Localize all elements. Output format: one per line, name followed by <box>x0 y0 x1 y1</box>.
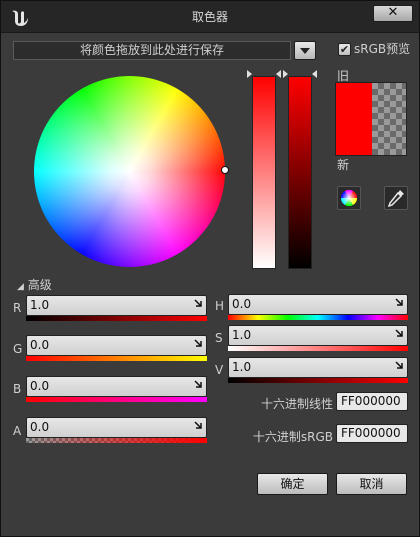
hex-srgb-label: 十六进制sRGB <box>252 430 333 444</box>
color-preview-swatch <box>335 82 407 156</box>
a-label: A <box>13 424 22 438</box>
value-slider[interactable] <box>288 76 312 269</box>
eyedropper-icon <box>387 190 404 208</box>
saturation-slider-marker-right-icon <box>276 70 281 78</box>
v-value: 1.0 <box>232 360 252 374</box>
window-title: 取色器 <box>191 10 228 24</box>
r-gradient-bar <box>26 316 207 321</box>
b-field[interactable]: 0.0 <box>26 376 207 397</box>
color-wheel-handle[interactable] <box>221 166 229 174</box>
drag-arrow-icon <box>194 380 202 388</box>
drag-arrow-icon <box>395 361 403 369</box>
r-label: R <box>13 301 22 315</box>
color-wheel-mode-button[interactable] <box>337 186 361 210</box>
s-value: 1.0 <box>232 328 252 342</box>
srgb-preview-label: sRGB预览 <box>354 42 411 56</box>
a-field[interactable]: 0.0 <box>26 417 207 438</box>
h-field[interactable]: 0.0 <box>228 294 408 315</box>
alpha-checker-swatch <box>372 83 406 155</box>
srgb-preview-checkbox[interactable]: ✔ <box>338 43 351 56</box>
eyedropper-button[interactable] <box>384 186 408 210</box>
h-label: H <box>215 299 225 313</box>
value-slider-marker-right-icon <box>312 70 317 78</box>
drag-arrow-icon <box>194 421 202 429</box>
title-bar[interactable]: 取色器 ✕ <box>1 1 419 33</box>
drag-arrow-icon <box>194 299 202 307</box>
s-label: S <box>215 331 223 345</box>
a-gradient-bar <box>26 438 207 443</box>
s-field[interactable]: 1.0 <box>228 325 408 346</box>
g-value: 0.0 <box>30 338 50 352</box>
r-field[interactable]: 1.0 <box>26 295 207 316</box>
v-label: V <box>215 363 224 377</box>
close-icon: ✕ <box>387 5 399 20</box>
g-gradient-bar <box>26 356 207 361</box>
hex-linear-input[interactable]: FF000000 <box>336 392 408 411</box>
v-field[interactable]: 1.0 <box>228 357 408 378</box>
v-gradient-bar <box>228 378 408 383</box>
ok-button[interactable]: 确定 <box>257 473 328 495</box>
s-gradient-bar <box>228 346 408 351</box>
h-gradient-bar <box>228 315 408 320</box>
hex-linear-label: 十六进制线性 <box>260 397 333 411</box>
g-label: G <box>13 342 23 356</box>
cancel-button[interactable]: 取消 <box>336 473 407 495</box>
close-button[interactable]: ✕ <box>373 5 413 22</box>
chevron-down-icon[interactable] <box>294 41 316 60</box>
color-save-dropzone[interactable]: 将颜色拖放到此处进行保存 <box>13 41 291 60</box>
drag-arrow-icon <box>194 339 202 347</box>
saturation-slider[interactable] <box>252 76 276 269</box>
advanced-section-toggle[interactable]: ◢ 高级 <box>17 276 52 293</box>
b-value: 0.0 <box>30 379 50 393</box>
r-value: 1.0 <box>30 298 50 312</box>
drag-arrow-icon <box>395 298 403 306</box>
advanced-label: 高级 <box>27 278 52 292</box>
g-field[interactable]: 0.0 <box>26 335 207 356</box>
color-picker-window: 取色器 ✕ 将颜色拖放到此处进行保存 ✔ sRGB预览 旧 新 ◢ 高级 R 1… <box>0 0 420 537</box>
b-gradient-bar <box>26 397 207 402</box>
hex-srgb-input[interactable]: FF000000 <box>336 424 408 443</box>
b-label: B <box>13 382 22 396</box>
new-color-label: 新 <box>337 158 350 172</box>
color-wheel-icon <box>340 189 358 207</box>
color-wheel[interactable] <box>34 76 225 267</box>
collapse-triangle-icon: ◢ <box>17 282 24 292</box>
h-value: 0.0 <box>232 297 252 311</box>
drag-arrow-icon <box>395 329 403 337</box>
a-value: 0.0 <box>30 420 50 434</box>
selected-color-swatch <box>336 83 372 155</box>
